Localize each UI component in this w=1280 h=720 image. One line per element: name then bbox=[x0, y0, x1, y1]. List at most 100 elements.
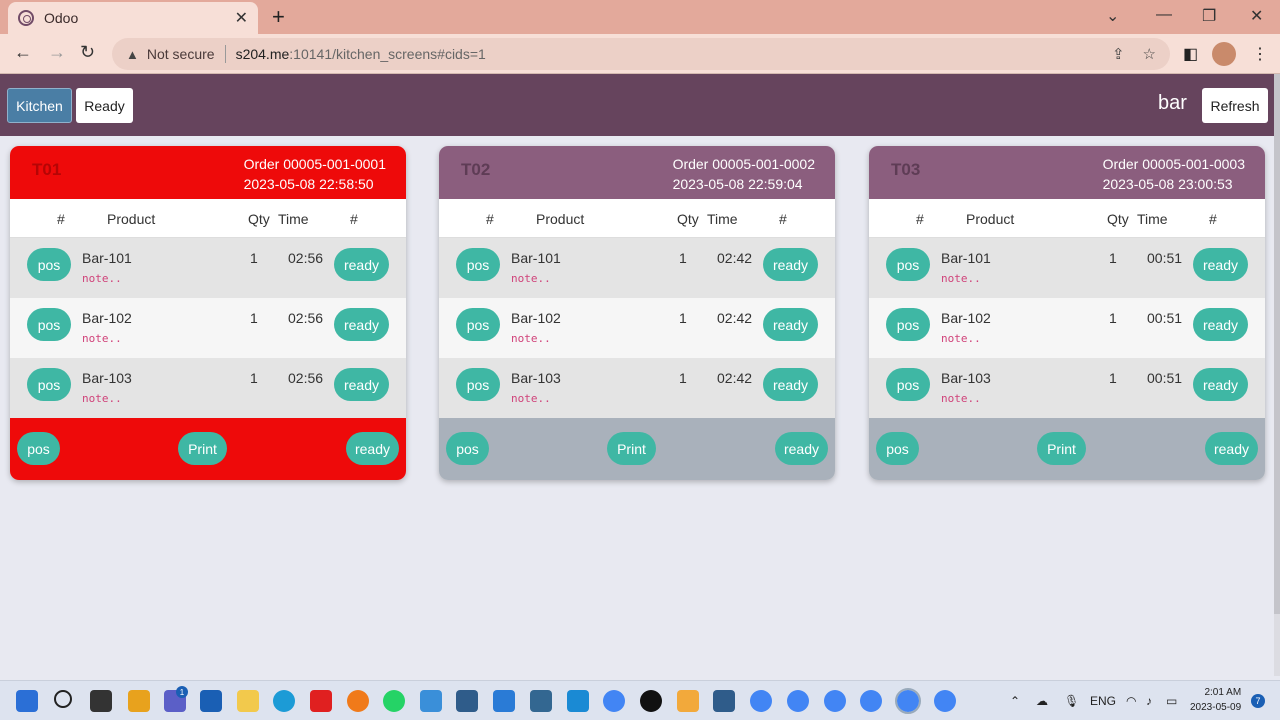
product-note[interactable]: note.. bbox=[941, 332, 981, 345]
product-note[interactable]: note.. bbox=[511, 272, 551, 285]
reload-icon[interactable]: ↻ bbox=[80, 42, 95, 63]
virtualbox-icon[interactable] bbox=[456, 690, 478, 712]
line-pos-button[interactable]: pos bbox=[456, 248, 500, 281]
line-ready-button[interactable]: ready bbox=[1193, 248, 1248, 281]
line-pos-button[interactable]: pos bbox=[886, 368, 930, 401]
order-reference: Order 00005-001-0001 bbox=[243, 156, 386, 172]
order-ready-button[interactable]: ready bbox=[775, 432, 828, 465]
line-pos-button[interactable]: pos bbox=[456, 368, 500, 401]
chrome-profile-icon-3[interactable] bbox=[824, 690, 846, 712]
profile-avatar[interactable] bbox=[1212, 42, 1236, 66]
kitchen-button[interactable]: Kitchen bbox=[7, 88, 72, 123]
start-icon[interactable] bbox=[16, 690, 38, 712]
tab-search-icon[interactable]: ⌄ bbox=[1106, 6, 1119, 26]
line-ready-button[interactable]: ready bbox=[1193, 308, 1248, 341]
url-host: s204.me bbox=[235, 46, 290, 62]
remote-app-icon[interactable] bbox=[567, 690, 589, 712]
warning-icon[interactable]: ▲ bbox=[126, 47, 139, 62]
line-pos-button[interactable]: pos bbox=[27, 248, 71, 281]
print-button[interactable]: Print bbox=[178, 432, 227, 465]
line-pos-button[interactable]: pos bbox=[886, 308, 930, 341]
line-ready-button[interactable]: ready bbox=[334, 308, 389, 341]
product-note[interactable]: note.. bbox=[82, 332, 122, 345]
line-pos-button[interactable]: pos bbox=[456, 308, 500, 341]
volume-icon[interactable]: ♪ bbox=[1146, 694, 1152, 708]
product-note[interactable]: note.. bbox=[941, 392, 981, 405]
chrome-active-icon[interactable] bbox=[895, 688, 921, 714]
minimize-icon[interactable]: — bbox=[1156, 6, 1172, 24]
ready-button[interactable]: Ready bbox=[76, 88, 133, 123]
product-note[interactable]: note.. bbox=[82, 392, 122, 405]
print-button[interactable]: Print bbox=[1037, 432, 1086, 465]
product-name: Bar-102 bbox=[82, 310, 132, 326]
chrome-profile-icon-5[interactable] bbox=[934, 690, 956, 712]
chrome-icon[interactable] bbox=[603, 690, 625, 712]
line-ready-button[interactable]: ready bbox=[763, 248, 818, 281]
record-app-icon[interactable] bbox=[640, 690, 662, 712]
product-note[interactable]: note.. bbox=[941, 272, 981, 285]
order-ready-button[interactable]: ready bbox=[1205, 432, 1258, 465]
bookmark-star-icon[interactable]: ☆ bbox=[1143, 45, 1156, 63]
product-note[interactable]: note.. bbox=[511, 392, 551, 405]
refresh-button[interactable]: Refresh bbox=[1202, 88, 1268, 123]
store-icon[interactable] bbox=[200, 690, 222, 712]
edge-icon[interactable] bbox=[273, 690, 295, 712]
not-secure-label[interactable]: Not secure bbox=[147, 46, 215, 62]
print-button[interactable]: Print bbox=[607, 432, 656, 465]
line-ready-button[interactable]: ready bbox=[334, 368, 389, 401]
order-timestamp: 2023-05-08 22:59:04 bbox=[672, 176, 803, 192]
share-icon[interactable]: ⇪ bbox=[1112, 45, 1125, 63]
chrome-profile-icon-4[interactable] bbox=[860, 690, 882, 712]
forward-icon[interactable]: → bbox=[48, 42, 66, 63]
app-icon-2[interactable] bbox=[677, 690, 699, 712]
line-pos-button[interactable]: pos bbox=[27, 368, 71, 401]
scrollbar-thumb[interactable] bbox=[1274, 74, 1280, 614]
order-pos-button[interactable]: pos bbox=[17, 432, 60, 465]
line-pos-button[interactable]: pos bbox=[886, 248, 930, 281]
line-ready-button[interactable]: ready bbox=[334, 248, 389, 281]
battery-icon[interactable]: ▭ bbox=[1166, 694, 1177, 708]
chrome-profile-icon-2[interactable] bbox=[787, 690, 809, 712]
language-indicator[interactable]: ENG bbox=[1090, 694, 1116, 708]
chrome-profile-icon[interactable] bbox=[750, 690, 772, 712]
restore-icon[interactable]: ❐ bbox=[1202, 6, 1216, 26]
address-bar[interactable]: ▲ Not secure s204.me:10141/kitchen_scree… bbox=[112, 38, 1170, 70]
firefox-icon[interactable] bbox=[347, 690, 369, 712]
back-icon[interactable]: ← bbox=[14, 42, 32, 63]
product-note[interactable]: note.. bbox=[511, 332, 551, 345]
order-pos-button[interactable]: pos bbox=[876, 432, 919, 465]
notification-badge[interactable]: 7 bbox=[1251, 694, 1265, 708]
wifi-icon[interactable]: ◠ bbox=[1126, 694, 1136, 708]
close-window-icon[interactable]: ✕ bbox=[1250, 6, 1263, 26]
browser-tab[interactable]: Odoo ✕ bbox=[8, 2, 258, 34]
onedrive-icon[interactable]: ☁ bbox=[1036, 694, 1048, 708]
whatsapp-icon[interactable] bbox=[383, 690, 405, 712]
side-panel-icon[interactable]: ◧ bbox=[1183, 44, 1198, 64]
microphone-icon[interactable]: 🎙 bbox=[1064, 694, 1079, 708]
postgres-icon[interactable] bbox=[530, 690, 552, 712]
menu-icon[interactable]: ⋮ bbox=[1252, 44, 1268, 64]
cloud-app-icon[interactable] bbox=[420, 690, 442, 712]
line-pos-button[interactable]: pos bbox=[27, 308, 71, 341]
search-icon[interactable] bbox=[54, 690, 72, 708]
order-line: pos Bar-101 note.. 1 02:56 ready bbox=[10, 238, 406, 298]
file-explorer-icon[interactable] bbox=[237, 690, 259, 712]
tray-chevron-icon[interactable]: ⌃ bbox=[1010, 694, 1020, 708]
task-view-icon[interactable] bbox=[90, 690, 112, 712]
order-pos-button[interactable]: pos bbox=[446, 432, 489, 465]
order-ready-button[interactable]: ready bbox=[346, 432, 399, 465]
line-ready-button[interactable]: ready bbox=[763, 368, 818, 401]
vscode-icon[interactable] bbox=[493, 690, 515, 712]
app-icon[interactable] bbox=[128, 690, 150, 712]
page-scrollbar[interactable] bbox=[1274, 74, 1280, 676]
product-note[interactable]: note.. bbox=[82, 272, 122, 285]
quantity: 1 bbox=[679, 370, 687, 386]
line-ready-button[interactable]: ready bbox=[1193, 368, 1248, 401]
virtualbox-icon-2[interactable] bbox=[713, 690, 735, 712]
new-tab-button[interactable]: + bbox=[272, 4, 285, 30]
close-tab-icon[interactable]: ✕ bbox=[235, 8, 248, 28]
system-clock[interactable]: 2:01 AM 2023-05-09 bbox=[1190, 685, 1241, 715]
col-action: # bbox=[779, 211, 787, 227]
line-ready-button[interactable]: ready bbox=[763, 308, 818, 341]
youtube-icon[interactable] bbox=[310, 690, 332, 712]
